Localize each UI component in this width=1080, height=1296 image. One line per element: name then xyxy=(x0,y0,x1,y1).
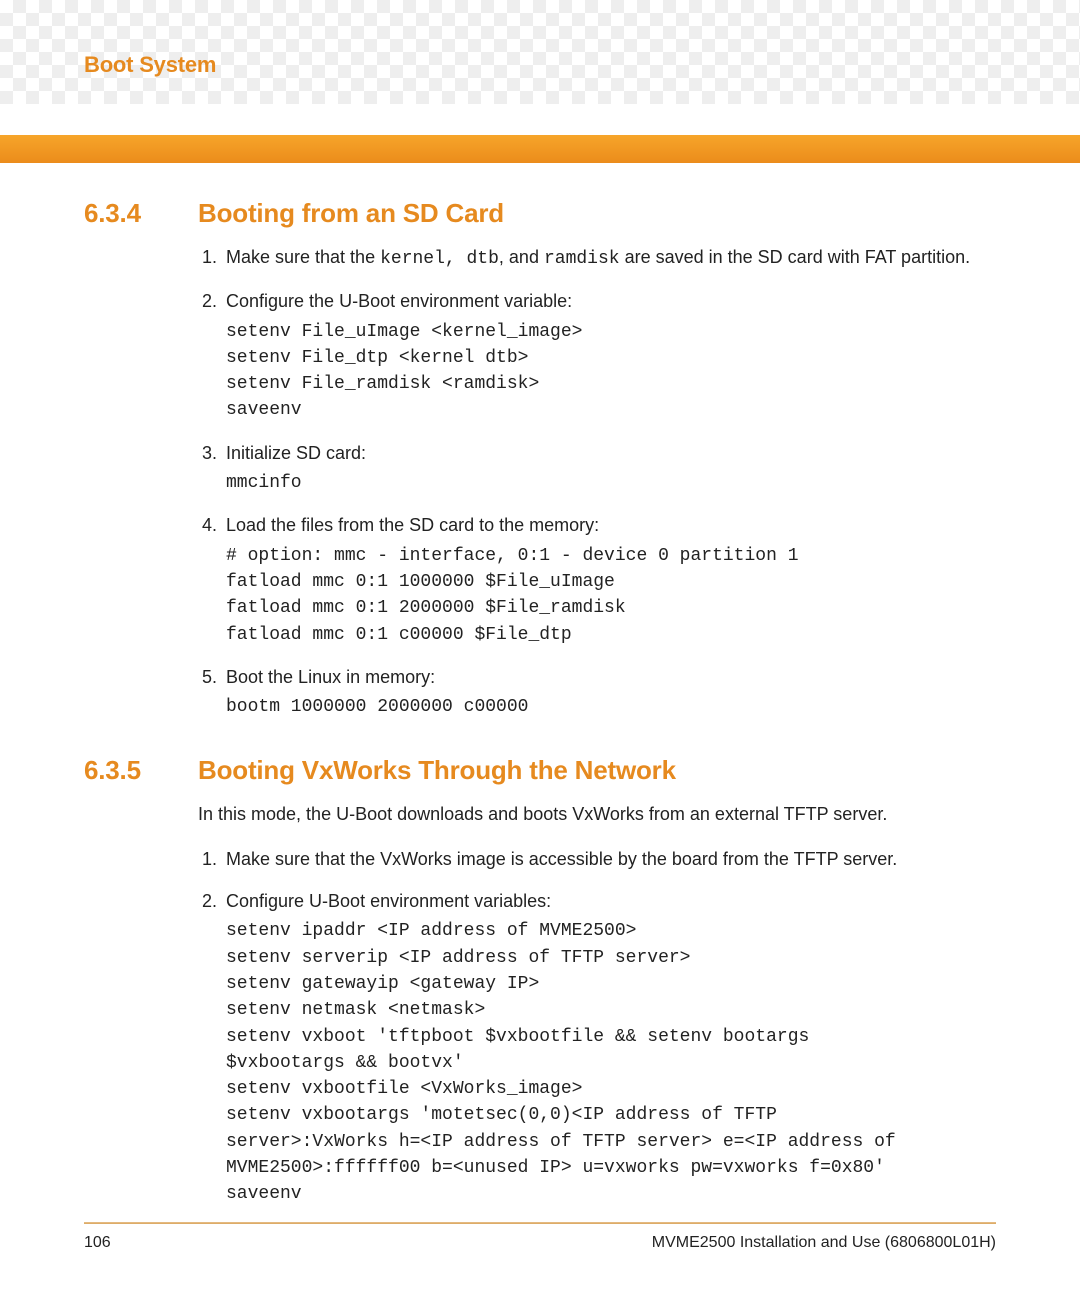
section-heading: 6.3.5 Booting VxWorks Through the Networ… xyxy=(84,755,996,786)
list-item: Boot the Linux in memory: bootm 1000000 … xyxy=(222,665,996,720)
chapter-title: Boot System xyxy=(84,52,216,78)
step-text: Make sure that the VxWorks image is acce… xyxy=(226,847,996,871)
step-text: Configure U-Boot environment variables: xyxy=(226,889,996,913)
step-text: Configure the U-Boot environment variabl… xyxy=(226,289,996,313)
page-number: 106 xyxy=(84,1234,111,1252)
section-number: 6.3.5 xyxy=(84,755,198,786)
text-run: Make sure that the xyxy=(226,247,380,267)
list-item: Initialize SD card: mmcinfo xyxy=(222,441,996,496)
section-body: Make sure that the kernel, dtb, and ramd… xyxy=(198,245,996,719)
list-item: Make sure that the VxWorks image is acce… xyxy=(222,847,996,871)
code-block: setenv File_uImage <kernel_image> setenv… xyxy=(226,322,582,421)
step-text: Make sure that the kernel, dtb, and ramd… xyxy=(226,245,996,271)
page-content: 6.3.4 Booting from an SD Card Make sure … xyxy=(84,190,996,1225)
list-item: Make sure that the kernel, dtb, and ramd… xyxy=(222,245,996,271)
list-item: Load the files from the SD card to the m… xyxy=(222,513,996,646)
footer-rule xyxy=(84,1222,996,1224)
section-heading: 6.3.4 Booting from an SD Card xyxy=(84,198,996,229)
step-list: Make sure that the kernel, dtb, and ramd… xyxy=(222,245,996,719)
code-block: setenv ipaddr <IP address of MVME2500> s… xyxy=(226,921,896,1204)
step-text: Initialize SD card: xyxy=(226,441,996,465)
section-title: Booting from an SD Card xyxy=(198,198,504,229)
doc-reference: MVME2500 Installation and Use (6806800L0… xyxy=(652,1234,996,1252)
code-inline: ramdisk xyxy=(544,249,620,269)
header-rule xyxy=(0,135,1080,163)
section-number: 6.3.4 xyxy=(84,198,198,229)
step-list: Make sure that the VxWorks image is acce… xyxy=(222,847,996,1207)
section-intro: In this mode, the U-Boot downloads and b… xyxy=(198,802,996,826)
step-text: Load the files from the SD card to the m… xyxy=(226,513,996,537)
list-item: Configure U-Boot environment variables: … xyxy=(222,889,996,1207)
step-text: Boot the Linux in memory: xyxy=(226,665,996,689)
section-title: Booting VxWorks Through the Network xyxy=(198,755,676,786)
code-block: bootm 1000000 2000000 c00000 xyxy=(226,697,528,717)
text-run: , and xyxy=(499,247,544,267)
code-block: # option: mmc - interface, 0:1 - device … xyxy=(226,546,799,645)
list-item: Configure the U-Boot environment variabl… xyxy=(222,289,996,422)
section-body: In this mode, the U-Boot downloads and b… xyxy=(198,802,996,1206)
code-block: mmcinfo xyxy=(226,473,302,493)
text-run: are saved in the SD card with FAT partit… xyxy=(620,247,971,267)
page-footer: 106 MVME2500 Installation and Use (68068… xyxy=(84,1234,996,1252)
code-inline: kernel, dtb xyxy=(380,249,499,269)
